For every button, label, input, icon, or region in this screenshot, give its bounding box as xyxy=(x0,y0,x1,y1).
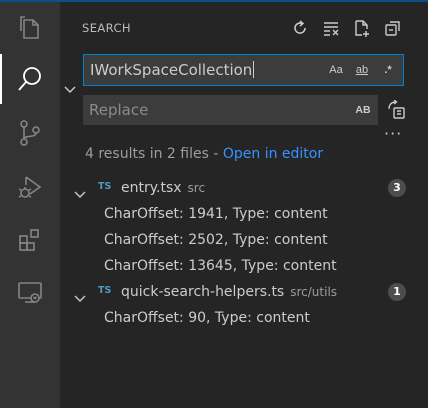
search-input-value: IWorkSpaceCollection xyxy=(90,61,253,79)
results-count-text: 4 results in 2 files - xyxy=(85,146,223,162)
new-search-editor-icon[interactable] xyxy=(348,16,376,40)
search-input-box[interactable]: IWorkSpaceCollection Aa ab .* xyxy=(83,54,404,86)
file-name: quick-search-helpers.ts xyxy=(121,284,285,300)
match-count-badge: 1 xyxy=(388,283,406,301)
search-panel: SEARCH IWorkSpaceCollection Aa ab .* Rep… xyxy=(60,2,428,408)
regex-toggle[interactable]: .* xyxy=(377,60,399,80)
file-name: entry.tsx xyxy=(121,180,182,196)
open-in-editor-link[interactable]: Open in editor xyxy=(223,146,323,162)
preserve-case-toggle[interactable]: AB xyxy=(352,100,374,120)
match-text: CharOffset: 1941, Type: content xyxy=(104,206,328,222)
collapse-all-icon[interactable] xyxy=(379,16,407,40)
file-path: src/utils xyxy=(290,285,338,299)
match-text: CharOffset: 90, Type: content xyxy=(104,310,310,326)
clear-results-icon[interactable] xyxy=(317,16,345,40)
typescript-file-icon: TS xyxy=(98,181,112,192)
search-icon[interactable] xyxy=(0,54,60,104)
replace-input[interactable]: Replace xyxy=(89,101,148,119)
run-debug-icon[interactable] xyxy=(0,162,60,212)
match-text: CharOffset: 13645, Type: content xyxy=(104,258,337,274)
whole-word-toggle[interactable]: ab xyxy=(351,60,373,80)
search-options: Aa ab .* xyxy=(325,60,399,80)
results-summary: 4 results in 2 files - Open in editor xyxy=(85,146,323,162)
match-text: CharOffset: 2502, Type: content xyxy=(104,232,328,248)
search-input[interactable]: IWorkSpaceCollection xyxy=(90,61,255,79)
match-row[interactable]: CharOffset: 90, Type: content xyxy=(60,305,428,331)
match-row[interactable]: CharOffset: 2502, Type: content xyxy=(60,227,428,253)
text-caret xyxy=(253,61,255,78)
results-tree: TS entry.tsx src 3 CharOffset: 1941, Type… xyxy=(60,175,428,331)
remote-explorer-icon[interactable] xyxy=(0,268,60,318)
file-path: src xyxy=(187,181,206,195)
panel-actions xyxy=(286,16,407,40)
replace-all-icon[interactable] xyxy=(384,98,408,122)
file-row-entry[interactable]: TS entry.tsx src 3 xyxy=(60,175,428,201)
file-label: quick-search-helpers.ts src/utils xyxy=(121,279,337,305)
typescript-file-icon: TS xyxy=(98,285,112,296)
refresh-icon[interactable] xyxy=(286,16,314,40)
match-count-badge: 3 xyxy=(388,179,406,197)
source-control-icon[interactable] xyxy=(0,108,60,158)
match-row[interactable]: CharOffset: 1941, Type: content xyxy=(60,201,428,227)
file-row-quick-search-helpers[interactable]: TS quick-search-helpers.ts src/utils 1 xyxy=(60,279,428,305)
extensions-icon[interactable] xyxy=(0,215,60,265)
activity-bar xyxy=(0,2,60,408)
panel-title: SEARCH xyxy=(82,21,131,35)
whole-word-label: ab xyxy=(355,64,369,76)
match-row[interactable]: CharOffset: 13645, Type: content xyxy=(60,253,428,279)
file-label: entry.tsx src xyxy=(121,175,205,201)
toggle-replace-chevron-icon[interactable] xyxy=(62,82,78,98)
match-case-toggle[interactable]: Aa xyxy=(325,60,347,80)
replace-input-box[interactable]: Replace AB xyxy=(83,95,378,125)
more-actions-icon[interactable]: ··· xyxy=(384,124,402,143)
